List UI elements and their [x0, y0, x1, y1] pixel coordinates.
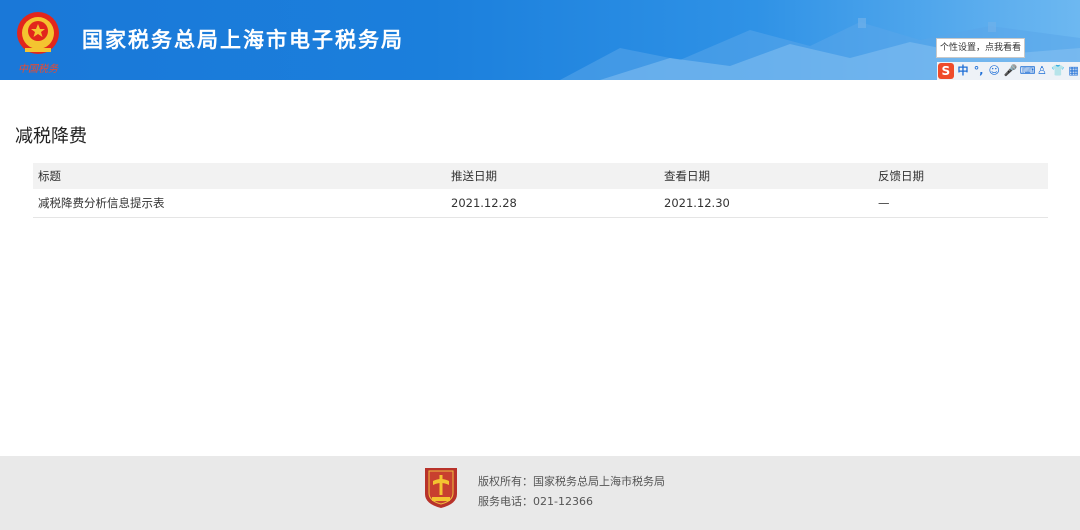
calligraphy-logo: 中国税务 — [18, 64, 58, 75]
row-view-date: 2021.12.30 — [659, 189, 873, 218]
page-title: 减税降费 — [15, 126, 87, 147]
row-feedback-date: — — [873, 189, 1048, 218]
column-header-push-date: 推送日期 — [446, 163, 659, 189]
service-phone-text: 服务电话：021-12366 — [478, 495, 593, 508]
skin-shirt-icon[interactable]: 👕 — [1051, 63, 1065, 79]
tax-shield-logo-icon — [425, 468, 457, 508]
national-emblem-icon — [17, 12, 59, 54]
copyright-text: 版权所有：国家税务总局上海市税务局 — [478, 475, 665, 488]
row-push-date: 2021.12.28 — [446, 189, 659, 218]
footer-info: 版权所有：国家税务总局上海市税务局 服务电话：021-12366 — [478, 472, 665, 512]
emoji-icon[interactable]: ☺ — [988, 63, 1001, 79]
ime-toolbar: S 中 °, ☺ 🎤 ⌨ ♙ 👕 ▦ — [937, 62, 1080, 80]
site-header: 中国税务 国家税务总局上海市电子税务局 个性设置，点我看看 S 中 °, ☺ 🎤… — [0, 0, 1080, 80]
site-footer: 版权所有：国家税务总局上海市税务局 服务电话：021-12366 — [0, 456, 1080, 530]
table-header-row: 标题 推送日期 查看日期 反馈日期 — [33, 163, 1048, 189]
sogou-logo-icon[interactable]: S — [938, 63, 954, 79]
row-title-link[interactable]: 减税降费分析信息提示表 — [33, 189, 446, 218]
column-header-view-date: 查看日期 — [659, 163, 873, 189]
microphone-icon[interactable]: 🎤 — [1004, 63, 1018, 79]
toolbox-grid-icon[interactable]: ▦ — [1067, 63, 1080, 79]
site-title[interactable]: 国家税务总局上海市电子税务局 — [82, 27, 404, 53]
punctuation-icon[interactable]: °, — [972, 63, 985, 79]
table-row[interactable]: 减税降费分析信息提示表 2021.12.28 2021.12.30 — — [33, 189, 1048, 218]
user-icon[interactable]: ♙ — [1036, 63, 1049, 79]
column-header-title: 标题 — [33, 163, 446, 189]
column-header-feedback-date: 反馈日期 — [873, 163, 1048, 189]
chinese-mode-icon[interactable]: 中 — [957, 63, 970, 79]
notices-table: 标题 推送日期 查看日期 反馈日期 减税降费分析信息提示表 2021.12.28… — [33, 163, 1048, 218]
ime-tooltip[interactable]: 个性设置，点我看看 — [936, 38, 1025, 58]
keyboard-icon[interactable]: ⌨ — [1020, 63, 1036, 79]
